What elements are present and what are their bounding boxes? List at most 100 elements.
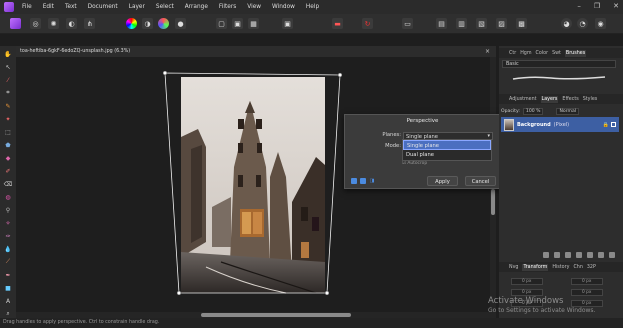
layer-mask-icon[interactable] bbox=[554, 252, 560, 258]
delete-layer-icon[interactable] bbox=[609, 252, 615, 258]
blend-mode-select[interactable]: Normal bbox=[556, 108, 580, 115]
transform-w-field[interactable]: 0 px bbox=[571, 278, 603, 285]
perspective-handle-top-left[interactable] bbox=[162, 70, 168, 76]
flood-select-icon[interactable]: ✦ bbox=[3, 114, 13, 124]
quick-mask-icon[interactable]: ▣ bbox=[232, 18, 243, 29]
mirror-icon[interactable]: ◨ bbox=[369, 178, 375, 184]
brush-preview[interactable] bbox=[511, 74, 607, 82]
photo-persona-icon[interactable] bbox=[10, 18, 21, 29]
layer-row[interactable]: Background (Pixel) 🔒 bbox=[501, 117, 619, 132]
tab-hgm[interactable]: Hgm bbox=[520, 51, 531, 56]
apply-button[interactable]: Apply bbox=[427, 176, 458, 186]
color-picker-icon[interactable]: ⁄ bbox=[3, 75, 13, 85]
document-tab[interactable]: toa-heftiba-6gkF-6edoZQ-unsplash.jpg (6.… bbox=[16, 46, 496, 57]
tab-brushes[interactable]: Brushes bbox=[564, 49, 587, 57]
dodge-brush-icon[interactable]: ◍ bbox=[3, 192, 13, 202]
menu-layer[interactable]: Layer bbox=[129, 4, 145, 10]
dropdown-option-dual-plane[interactable]: Dual plane bbox=[403, 150, 491, 160]
view-tool-icon[interactable]: ✋ bbox=[3, 49, 13, 59]
paint-brush-icon[interactable]: ✐ bbox=[3, 166, 13, 176]
perspective-handle-bottom-right[interactable] bbox=[324, 290, 330, 296]
settings-icon[interactable]: ◉ bbox=[595, 18, 606, 29]
marquee-tool-icon[interactable]: ⬚ bbox=[3, 127, 13, 137]
tab-adjustment[interactable]: Adjustment bbox=[509, 97, 537, 102]
maximize-icon[interactable]: ❐ bbox=[594, 2, 600, 10]
close-window-icon[interactable]: ✕ bbox=[613, 2, 619, 10]
selection-mode-icon[interactable]: ▢ bbox=[216, 18, 227, 29]
tab-swt[interactable]: Swt bbox=[552, 51, 561, 56]
vertical-scroll-thumb[interactable] bbox=[491, 189, 495, 215]
menu-view[interactable]: View bbox=[247, 4, 261, 10]
autocrop-option[interactable]: ☑ Autocrop bbox=[402, 161, 427, 166]
menu-window[interactable]: Window bbox=[272, 4, 295, 10]
transform-y-field[interactable]: 0 px bbox=[511, 289, 543, 296]
auto-color-icon[interactable] bbox=[158, 18, 169, 29]
tab-color[interactable]: Color bbox=[536, 51, 549, 56]
transform-x-field[interactable]: 0 px bbox=[511, 278, 543, 285]
clone-brush-icon[interactable]: ⚲ bbox=[3, 205, 13, 215]
tab-layers[interactable]: Layers bbox=[540, 95, 559, 103]
pen-tool-icon[interactable]: ✒ bbox=[3, 270, 13, 280]
record-icon[interactable]: ↻ bbox=[362, 18, 373, 29]
tab-ctr[interactable]: Ctr bbox=[509, 51, 516, 56]
perspective-handle-top-right[interactable] bbox=[337, 72, 343, 78]
show-grid-icon[interactable] bbox=[360, 178, 366, 184]
menu-edit[interactable]: Edit bbox=[43, 4, 54, 10]
liquify-persona-icon[interactable]: ◎ bbox=[30, 18, 41, 29]
tab-chn[interactable]: Chn bbox=[573, 265, 582, 270]
blemish-icon[interactable]: ✧ bbox=[3, 218, 13, 228]
order-icon[interactable]: ▧ bbox=[476, 18, 487, 29]
tone-map-persona-icon[interactable]: ◐ bbox=[66, 18, 77, 29]
menu-document[interactable]: Document bbox=[88, 4, 118, 10]
menu-arrange[interactable]: Arrange bbox=[185, 4, 208, 10]
account-icon[interactable]: ◔ bbox=[577, 18, 588, 29]
export-persona-icon[interactable]: ⋔ bbox=[84, 18, 95, 29]
boolean-icon[interactable]: ▩ bbox=[516, 18, 527, 29]
group-icon[interactable]: ▨ bbox=[496, 18, 507, 29]
auto-levels-icon[interactable]: ◑ bbox=[142, 18, 153, 29]
cancel-button[interactable]: Cancel bbox=[465, 176, 496, 186]
menu-file[interactable]: File bbox=[22, 4, 32, 10]
opacity-field[interactable]: 100 % bbox=[522, 108, 544, 115]
arrange-icon[interactable]: ▥ bbox=[456, 18, 467, 29]
crop-tool-icon[interactable]: ⌗ bbox=[3, 88, 13, 98]
insert-icon[interactable]: ▤ bbox=[436, 18, 447, 29]
assistant-icon[interactable]: ▬ bbox=[332, 18, 343, 29]
transform-h-field[interactable]: 0 px bbox=[571, 289, 603, 296]
develop-persona-icon[interactable]: ✺ bbox=[48, 18, 59, 29]
menu-select[interactable]: Select bbox=[156, 4, 174, 10]
blur-brush-icon[interactable]: 💧 bbox=[3, 244, 13, 254]
tab-transform[interactable]: Transform bbox=[522, 263, 549, 271]
show-mesh-icon[interactable] bbox=[351, 178, 357, 184]
erase-brush-icon[interactable]: ⌫ bbox=[3, 179, 13, 189]
color-wheel-icon[interactable] bbox=[126, 18, 137, 29]
adjustment-icon[interactable] bbox=[565, 252, 571, 258]
white-balance-icon[interactable]: ● bbox=[175, 18, 186, 29]
brush-category-select[interactable]: Basic bbox=[502, 60, 616, 68]
freehand-select-icon[interactable]: ⬟ bbox=[3, 140, 13, 150]
tab-effects[interactable]: Effects bbox=[562, 97, 578, 102]
add-folder-icon[interactable] bbox=[587, 252, 593, 258]
selection-brush-icon[interactable]: ✎ bbox=[3, 101, 13, 111]
visibility-checkbox[interactable] bbox=[611, 122, 616, 127]
minimize-icon[interactable]: – bbox=[577, 2, 581, 10]
dropdown-option-single-plane[interactable]: Single plane bbox=[403, 140, 491, 150]
sharpen-brush-icon[interactable]: ⟋ bbox=[3, 257, 13, 267]
align-icon[interactable]: ▭ bbox=[402, 18, 413, 29]
live-filter-icon[interactable] bbox=[576, 252, 582, 258]
tab-32p[interactable]: 32P bbox=[587, 265, 596, 270]
smudge-icon[interactable]: ✑ bbox=[3, 231, 13, 241]
help-icon[interactable]: ◕ bbox=[561, 18, 572, 29]
new-layer-icon[interactable] bbox=[598, 252, 604, 258]
move-tool-icon[interactable]: ↖ bbox=[3, 62, 13, 72]
text-tool-icon[interactable]: A bbox=[3, 296, 13, 306]
layer-fx-icon[interactable] bbox=[543, 252, 549, 258]
menu-help[interactable]: Help bbox=[306, 4, 319, 10]
tab-nvg[interactable]: Nvg bbox=[509, 265, 518, 270]
lock-icon[interactable]: 🔒 bbox=[603, 122, 609, 128]
refine-icon[interactable]: ▦ bbox=[248, 18, 259, 29]
menu-text[interactable]: Text bbox=[65, 4, 77, 10]
tab-history[interactable]: History bbox=[552, 265, 569, 270]
menu-filters[interactable]: Filters bbox=[219, 4, 236, 10]
shape-tool-icon[interactable]: ■ bbox=[3, 283, 13, 293]
